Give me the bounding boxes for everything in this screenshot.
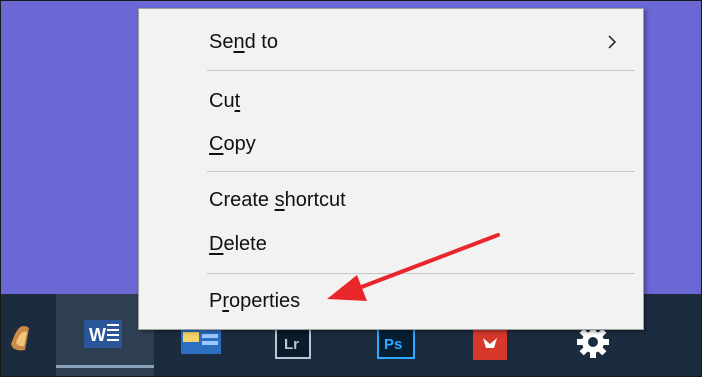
menu-item-create-shortcut[interactable]: Create shortcut <box>139 180 643 220</box>
menu-separator <box>207 70 635 71</box>
menu-item-delete[interactable]: Delete <box>139 224 643 264</box>
desktop: W Lr Ps Send to Cut Copy Create shortcut… <box>0 0 702 377</box>
properties-label: Properties <box>209 290 301 312</box>
delete-label: Delete <box>209 233 267 255</box>
menu-separator <box>207 273 635 274</box>
menu-item-send-to[interactable]: Send to <box>139 22 643 62</box>
context-menu: Send to Cut Copy Create shortcut Delete … <box>138 8 644 330</box>
svg-text:Lr: Lr <box>284 336 299 353</box>
menu-separator <box>207 171 635 172</box>
taskbar-app-partial[interactable] <box>1 294 41 376</box>
send-to-label: Send to <box>209 31 278 53</box>
chevron-right-icon <box>608 35 617 49</box>
create-shortcut-label: Create shortcut <box>209 189 346 211</box>
menu-item-copy[interactable]: Copy <box>139 124 643 164</box>
copy-label: Copy <box>209 133 256 155</box>
menu-item-cut[interactable]: Cut <box>139 81 643 121</box>
svg-text:W: W <box>89 325 106 345</box>
menu-item-properties[interactable]: Properties <box>139 281 643 321</box>
svg-text:Ps: Ps <box>384 336 402 353</box>
app-icon-partial <box>11 326 29 351</box>
active-indicator <box>56 365 154 368</box>
cut-label: Cut <box>209 90 241 112</box>
